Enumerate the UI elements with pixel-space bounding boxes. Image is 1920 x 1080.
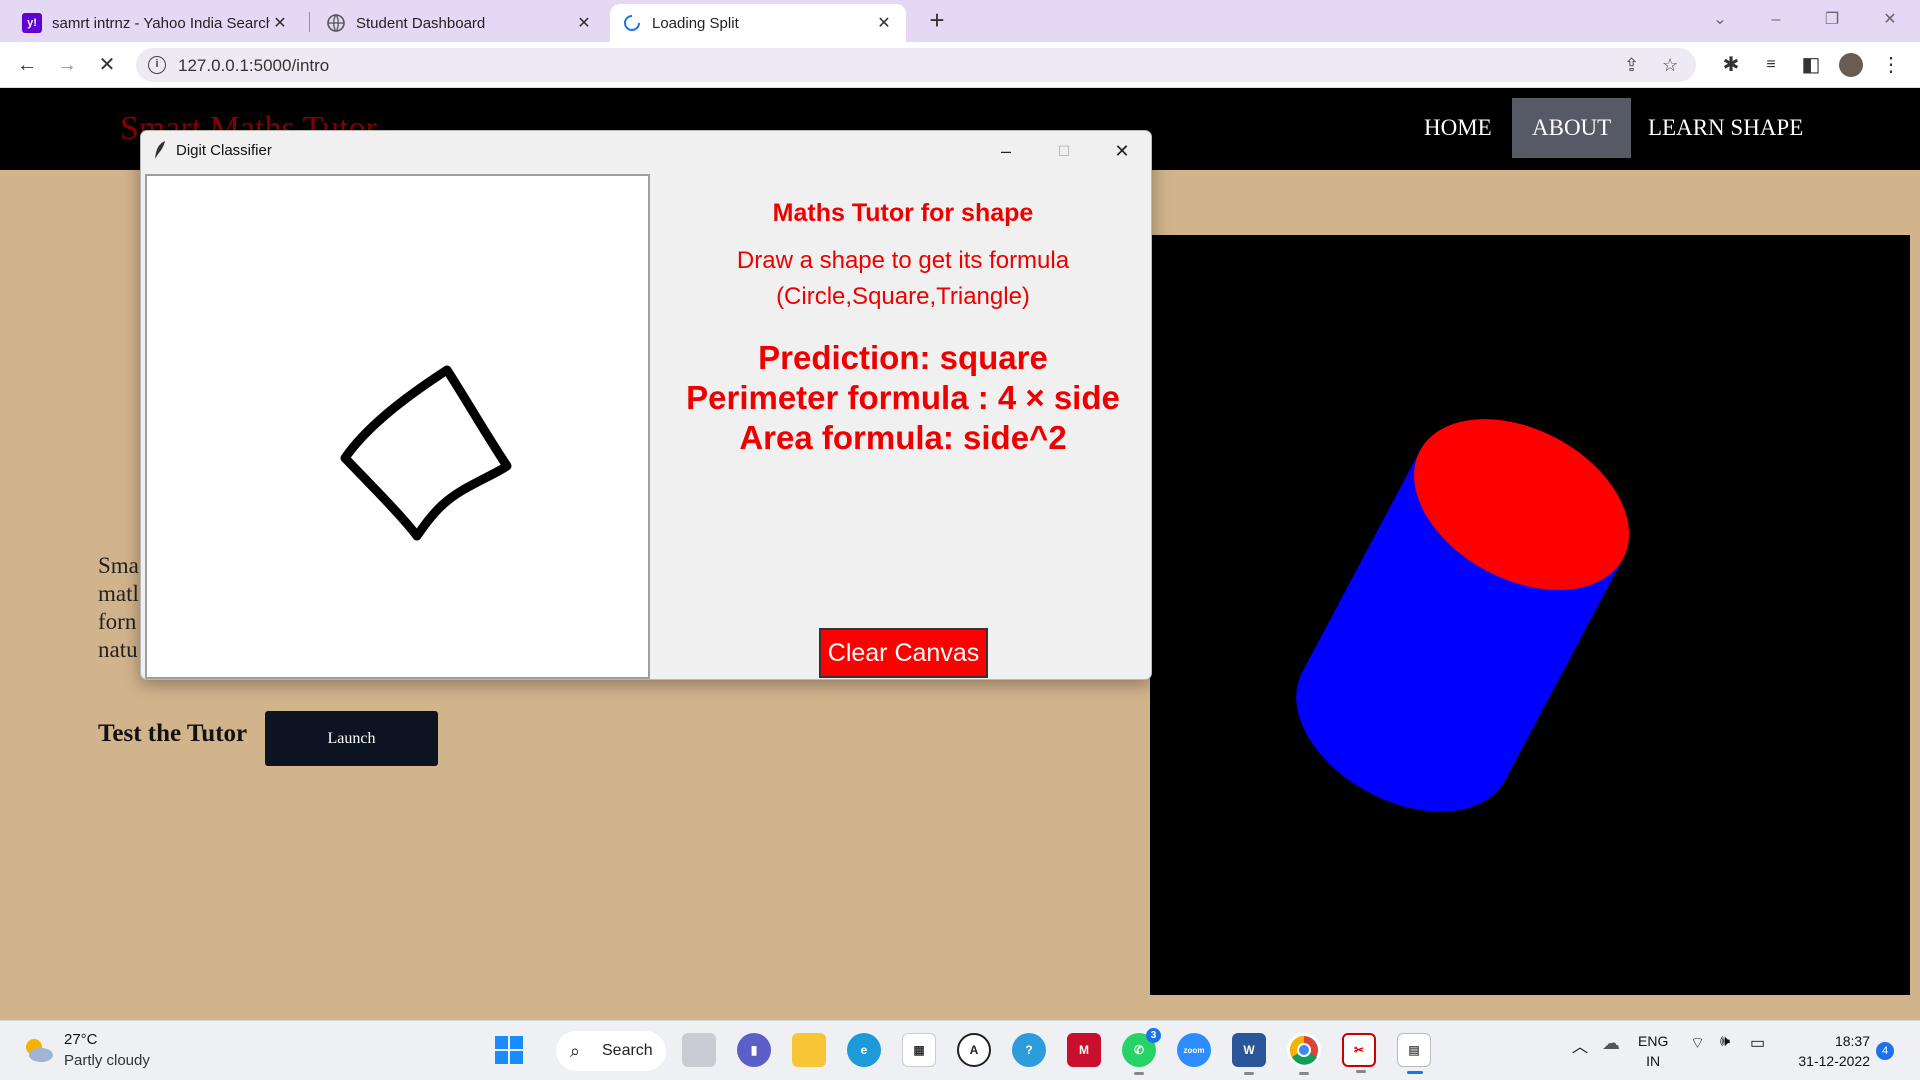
yahoo-icon: y!: [22, 13, 42, 33]
share-icon[interactable]: ⇪: [1624, 55, 1639, 76]
window-title: Digit Classifier: [176, 142, 272, 159]
tab-title: Loading Split: [652, 14, 739, 32]
window-close-button[interactable]: ✕: [1093, 131, 1151, 171]
task-view-icon[interactable]: [682, 1033, 716, 1067]
restore-button[interactable]: ❐: [1812, 4, 1852, 36]
weather-temperature[interactable]: 27°C: [64, 1031, 98, 1048]
clock-date: 31-12-2022: [1798, 1053, 1870, 1069]
launch-button[interactable]: Launch: [265, 711, 438, 766]
file-explorer-icon[interactable]: [792, 1033, 826, 1067]
window-titlebar[interactable]: Digit Classifier – ☐ ✕: [141, 131, 1151, 171]
profile-avatar[interactable]: [1836, 50, 1866, 80]
region-code: IN: [1646, 1053, 1661, 1069]
close-icon[interactable]: ✕: [874, 13, 894, 33]
running-indicator: [1356, 1070, 1366, 1073]
input-language[interactable]: ENG IN: [1638, 1031, 1668, 1071]
browser-tab-strip: y! samrt intrnz - Yahoo India Search ✕ S…: [0, 0, 1920, 42]
nav-home[interactable]: HOME: [1404, 98, 1512, 158]
url-text: 127.0.0.1:5000/intro: [178, 56, 330, 75]
weather-partly-cloudy-icon[interactable]: [20, 1035, 56, 1070]
reading-list-icon[interactable]: ≡: [1756, 50, 1786, 80]
nav-about[interactable]: ABOUT: [1512, 98, 1632, 158]
instruction-text: Draw a shape to get its formula (Circle,…: [653, 243, 1151, 315]
browser-menu-icon[interactable]: ⋮: [1876, 50, 1906, 80]
close-icon[interactable]: ✕: [574, 13, 594, 33]
running-indicator: [1134, 1072, 1144, 1075]
taskbar-search-box[interactable]: ⌕ Search: [556, 1031, 666, 1071]
edge-browser-icon[interactable]: e: [847, 1033, 881, 1067]
search-icon: ⌕: [570, 1041, 581, 1061]
wifi-icon[interactable]: ⌔: [1690, 1033, 1705, 1053]
browser-toolbar: ← → ✕ i 127.0.0.1:5000/intro ⇪ ☆ ✱ ≡ ◧ ⋮: [0, 42, 1920, 88]
drawing-canvas[interactable]: [145, 174, 650, 679]
clock-time: 18:37: [1834, 1033, 1870, 1049]
results-panel: Maths Tutor for shape Draw a shape to ge…: [653, 171, 1151, 679]
minimize-button[interactable]: –: [1756, 4, 1796, 36]
drawn-square-stroke: [340, 365, 512, 541]
bookmark-star-icon[interactable]: ☆: [1662, 55, 1678, 76]
notification-count-badge[interactable]: 4: [1876, 1042, 1894, 1060]
globe-icon: [326, 13, 346, 33]
help-icon[interactable]: ?: [1012, 1033, 1046, 1067]
tab-title: Student Dashboard: [356, 14, 486, 32]
instruction-line: (Circle,Square,Triangle): [776, 283, 1030, 310]
microsoft-store-icon[interactable]: ▦: [902, 1033, 936, 1067]
digit-classifier-window: Digit Classifier – ☐ ✕ Maths Tutor for s…: [140, 130, 1152, 680]
new-tab-button[interactable]: +: [922, 6, 952, 36]
tab-search-chevron-icon[interactable]: ⌄: [1700, 4, 1740, 36]
whatsapp-badge: 3: [1146, 1028, 1161, 1043]
prediction-result: Prediction: square Perimeter formula : 4…: [653, 338, 1151, 458]
3d-model-canvas[interactable]: [1150, 235, 1910, 995]
running-indicator: [1407, 1071, 1423, 1074]
address-bar[interactable]: i 127.0.0.1:5000/intro ⇪ ☆: [136, 48, 1696, 82]
notepad-icon[interactable]: ▤: [1397, 1033, 1431, 1074]
back-icon[interactable]: ←: [12, 50, 42, 80]
tab-loading-split[interactable]: Loading Split ✕: [610, 4, 906, 42]
area-formula: Area formula: side^2: [739, 419, 1067, 456]
system-clock[interactable]: 18:37 31-12-2022: [1790, 1031, 1870, 1071]
volume-icon[interactable]: 🕪: [1720, 1033, 1730, 1051]
windows-start-icon[interactable]: [492, 1033, 526, 1067]
language-code: ENG: [1638, 1033, 1669, 1049]
mcafee-icon[interactable]: M: [1067, 1033, 1101, 1067]
battery-icon[interactable]: ▭: [1750, 1033, 1765, 1053]
loading-spinner-icon: [622, 13, 642, 33]
word-icon[interactable]: W: [1232, 1033, 1266, 1075]
onedrive-cloud-icon[interactable]: ☁: [1602, 1033, 1620, 1054]
extensions-puzzle-icon[interactable]: ✱: [1716, 50, 1746, 80]
test-tutor-label: Test the Tutor: [98, 720, 248, 747]
app-launcher-icon[interactable]: A: [957, 1033, 991, 1067]
window-minimize-button[interactable]: –: [977, 131, 1035, 171]
tab-student-dashboard[interactable]: Student Dashboard ✕: [314, 4, 606, 42]
running-indicator: [1244, 1072, 1254, 1075]
show-hidden-icons-chevron[interactable]: ︿: [1572, 1033, 1588, 1057]
close-window-button[interactable]: ✕: [1870, 4, 1910, 36]
close-icon[interactable]: ✕: [270, 13, 290, 33]
perimeter-formula: Perimeter formula : 4 × side: [686, 379, 1120, 416]
panel-heading: Maths Tutor for shape: [772, 199, 1034, 227]
clear-canvas-button[interactable]: Clear Canvas: [819, 628, 988, 678]
prediction-label: Prediction: square: [758, 339, 1048, 376]
nav-learn-shape[interactable]: LEARN SHAPE: [1628, 98, 1823, 158]
running-indicator: [1299, 1072, 1309, 1075]
cylinder-graphic: [1296, 419, 1630, 812]
instruction-line: Draw a shape to get its formula: [736, 247, 1070, 274]
zoom-icon[interactable]: zoom: [1177, 1033, 1211, 1067]
whatsapp-icon[interactable]: ✆ 3: [1122, 1028, 1161, 1075]
weather-description[interactable]: Partly cloudy: [64, 1052, 150, 1069]
snipping-tool-icon[interactable]: ✂: [1342, 1033, 1376, 1073]
tab-yahoo-search[interactable]: y! samrt intrnz - Yahoo India Search ✕: [10, 4, 302, 42]
feather-icon: [153, 140, 167, 165]
forward-icon[interactable]: →: [52, 50, 82, 80]
stop-loading-icon[interactable]: ✕: [92, 50, 122, 80]
tab-title: samrt intrnz - Yahoo India Search: [52, 14, 270, 32]
chrome-icon[interactable]: [1287, 1033, 1321, 1075]
tab-divider: [309, 12, 310, 32]
site-info-icon[interactable]: i: [148, 56, 166, 74]
windows-taskbar: 27°C Partly cloudy ⌕ Search ▮ e ▦ A ? M …: [0, 1020, 1920, 1080]
window-maximize-button[interactable]: ☐: [1035, 131, 1093, 171]
side-panel-icon[interactable]: ◧: [1796, 50, 1826, 80]
search-label: Search: [602, 1042, 653, 1059]
teams-chat-icon[interactable]: ▮: [737, 1033, 771, 1067]
